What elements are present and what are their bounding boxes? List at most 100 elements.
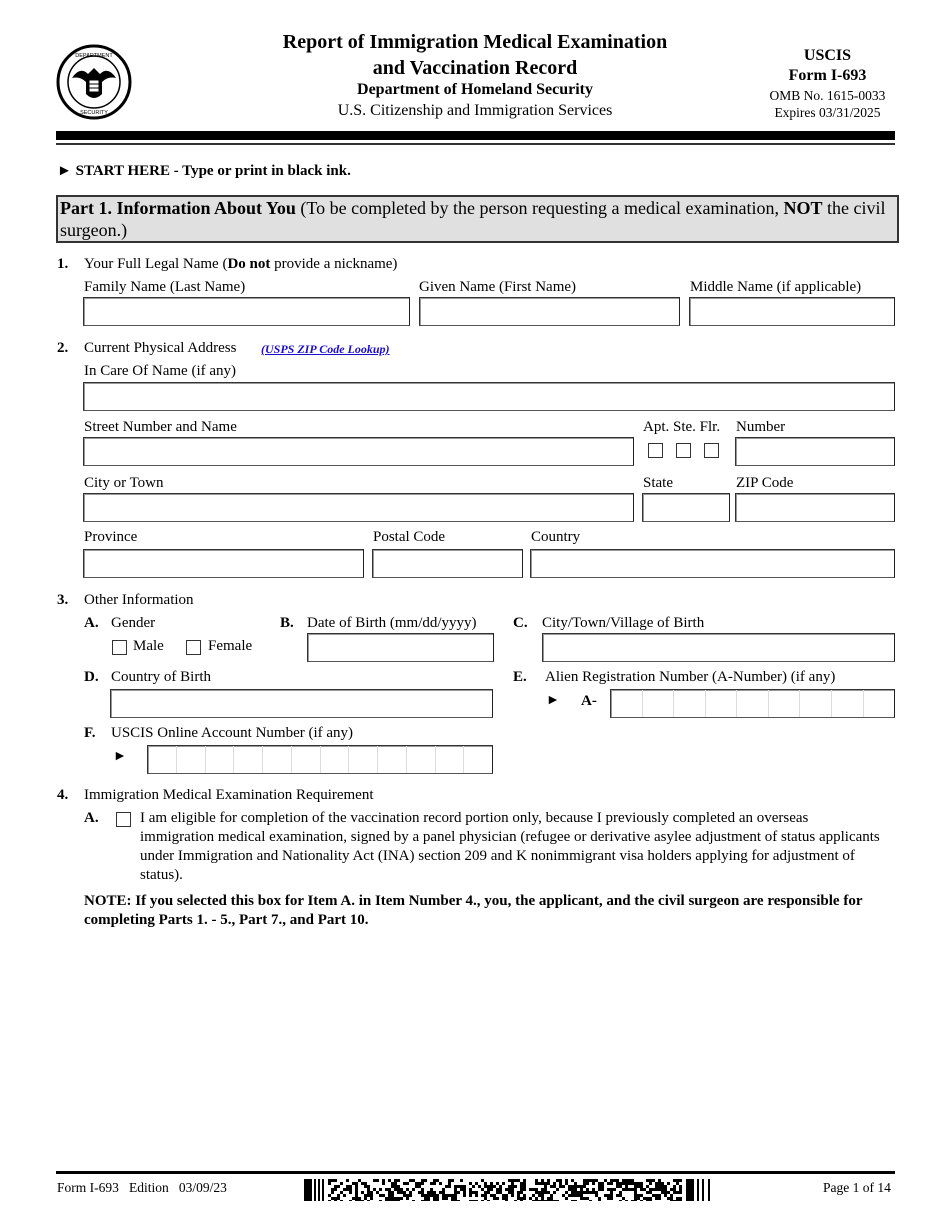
a-number-cell[interactable]	[800, 690, 832, 717]
barcode-module	[421, 1188, 424, 1191]
barcode-module	[520, 1197, 523, 1200]
barcode-module	[391, 1200, 394, 1201]
barcode-module	[583, 1191, 586, 1194]
barcode-module	[628, 1179, 631, 1182]
given-name-input[interactable]	[419, 297, 680, 326]
barcode-module	[331, 1188, 334, 1191]
barcode-module	[661, 1185, 664, 1188]
online-account-input[interactable]	[147, 745, 493, 774]
a-number-cell[interactable]	[737, 690, 769, 717]
a-number-cell[interactable]	[864, 690, 895, 717]
barcode-module	[499, 1188, 502, 1191]
barcode-module	[340, 1191, 343, 1194]
online-account-cell[interactable]	[263, 746, 292, 773]
barcode-module	[394, 1179, 397, 1182]
male-checkbox[interactable]	[112, 640, 127, 655]
barcode-module	[541, 1194, 544, 1197]
flr-checkbox[interactable]	[704, 443, 719, 458]
barcode-module	[460, 1179, 463, 1182]
online-account-cell[interactable]	[234, 746, 263, 773]
online-account-cell[interactable]	[464, 746, 492, 773]
middle-name-input[interactable]	[689, 297, 895, 326]
online-account-cell[interactable]	[436, 746, 465, 773]
pdf417-barcode-icon	[304, 1179, 710, 1201]
barcode-module	[670, 1197, 673, 1200]
barcode-module	[403, 1182, 406, 1185]
barcode-module	[616, 1179, 619, 1182]
barcode-module	[406, 1194, 409, 1197]
barcode-module	[646, 1185, 649, 1188]
barcode-module	[607, 1194, 610, 1197]
barcode-module	[619, 1182, 622, 1185]
barcode-module	[352, 1182, 355, 1185]
barcode-module	[655, 1194, 658, 1197]
barcode-module	[424, 1197, 427, 1200]
barcode-module	[388, 1200, 391, 1201]
dob-input[interactable]	[307, 633, 494, 662]
care-of-input[interactable]	[83, 382, 895, 411]
barcode-module	[391, 1185, 394, 1188]
city-of-birth-input[interactable]	[542, 633, 895, 662]
a-number-cell[interactable]	[706, 690, 738, 717]
item-4a-checkbox[interactable]	[116, 812, 131, 827]
barcode-module	[514, 1179, 517, 1182]
usps-zip-lookup-link[interactable]: (USPS ZIP Code Lookup)	[261, 342, 390, 357]
barcode-module	[334, 1200, 337, 1201]
city-input[interactable]	[83, 493, 634, 522]
a-number-cell[interactable]	[611, 690, 643, 717]
part-1-header: Part 1. Information About You (To be com…	[56, 195, 899, 243]
province-input[interactable]	[83, 549, 364, 578]
barcode-module	[334, 1185, 337, 1188]
online-account-cell[interactable]	[349, 746, 378, 773]
barcode-module	[451, 1197, 454, 1200]
postal-code-input[interactable]	[372, 549, 523, 578]
barcode-module	[610, 1179, 613, 1182]
barcode-module	[664, 1194, 667, 1197]
a-number-cell[interactable]	[832, 690, 864, 717]
barcode-module	[370, 1197, 373, 1200]
barcode-module	[538, 1182, 541, 1185]
country-of-birth-input[interactable]	[110, 689, 493, 718]
online-account-cell[interactable]	[407, 746, 436, 773]
barcode-module	[556, 1200, 559, 1201]
barcode-module	[508, 1191, 511, 1194]
barcode-module	[616, 1185, 619, 1188]
a-number-cell[interactable]	[674, 690, 706, 717]
online-account-cell[interactable]	[378, 746, 407, 773]
country-input[interactable]	[530, 549, 895, 578]
barcode-module	[445, 1194, 448, 1197]
barcode-module	[634, 1185, 637, 1188]
online-account-cell[interactable]	[292, 746, 321, 773]
barcode-module	[355, 1194, 358, 1197]
a-number-cell[interactable]	[643, 690, 675, 717]
online-account-cell[interactable]	[177, 746, 206, 773]
barcode-module	[505, 1188, 508, 1191]
female-checkbox[interactable]	[186, 640, 201, 655]
barcode-module	[571, 1188, 574, 1191]
barcode-module	[541, 1179, 544, 1182]
barcode-module	[544, 1200, 547, 1201]
barcode-module	[583, 1197, 586, 1200]
street-input[interactable]	[83, 437, 634, 466]
apt-checkbox[interactable]	[648, 443, 663, 458]
item-3e-letter: E.	[513, 669, 527, 685]
a-number-input[interactable]	[610, 689, 895, 718]
family-name-input[interactable]	[83, 297, 410, 326]
online-account-cell[interactable]	[321, 746, 350, 773]
barcode-module	[460, 1188, 463, 1191]
online-account-cell[interactable]	[206, 746, 235, 773]
zip-input[interactable]	[735, 493, 895, 522]
barcode-module	[388, 1197, 391, 1200]
barcode-module	[397, 1191, 400, 1194]
a-number-cell[interactable]	[769, 690, 801, 717]
barcode-module	[553, 1191, 556, 1194]
barcode-module	[400, 1197, 403, 1200]
online-account-cell[interactable]	[148, 746, 177, 773]
barcode-module	[475, 1191, 478, 1194]
ste-checkbox[interactable]	[676, 443, 691, 458]
barcode-module	[556, 1188, 559, 1191]
barcode-module	[625, 1200, 628, 1201]
state-select[interactable]	[642, 493, 730, 522]
apt-number-input[interactable]	[735, 437, 895, 466]
barcode-module	[370, 1194, 373, 1197]
